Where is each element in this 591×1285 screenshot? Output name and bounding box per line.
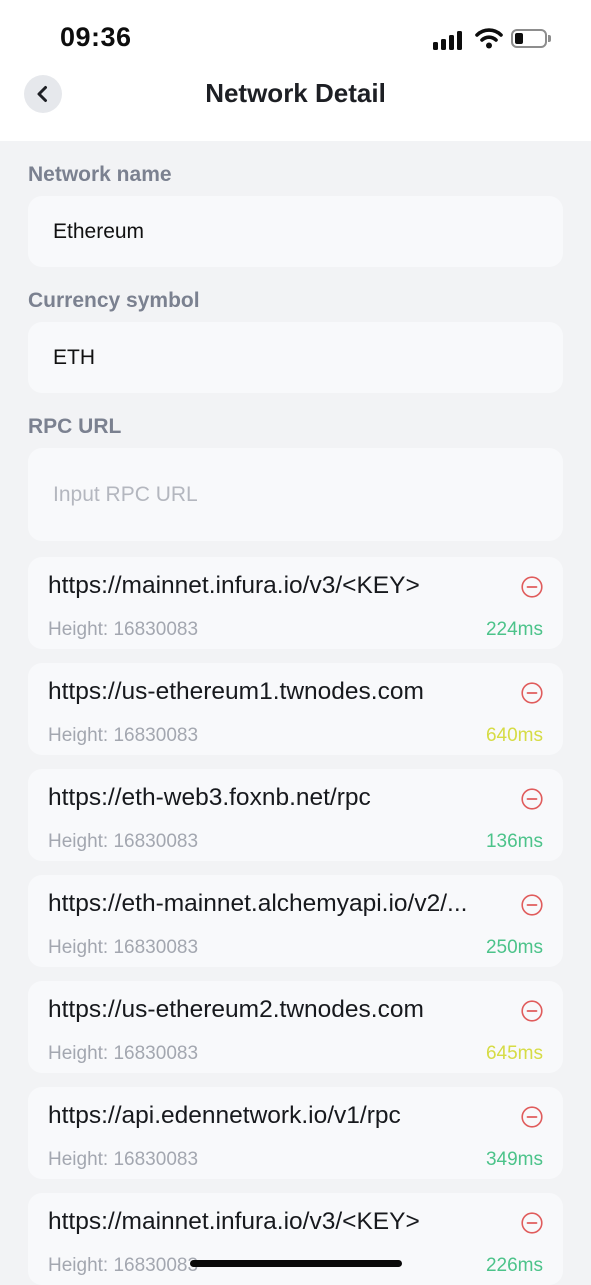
rpc-url-text: https://eth-web3.foxnb.net/rpc (48, 784, 371, 811)
rpc-latency: 226ms (485, 1255, 543, 1276)
rpc-url-text: https://mainnet.infura.io/v3/<KEY> (48, 1208, 420, 1235)
battery-icon (511, 29, 551, 48)
rpc-latency: 224ms (485, 619, 543, 640)
remove-rpc-button[interactable] (521, 1212, 543, 1234)
remove-rpc-button[interactable] (521, 1000, 543, 1022)
rpc-latency: 349ms (485, 1149, 543, 1170)
wifi-icon (475, 28, 503, 49)
rpc-latency: 645ms (485, 1043, 543, 1064)
remove-rpc-button[interactable] (521, 682, 543, 704)
currency-symbol-field[interactable]: ETH (28, 322, 563, 393)
rpc-block-height: Height: 16830083 (48, 1255, 199, 1276)
status-time: 09:36 (60, 22, 132, 52)
rpc-latency: 136ms (485, 831, 543, 852)
rpc-block-height: Height: 16830083 (48, 725, 199, 746)
remove-rpc-button[interactable] (521, 788, 543, 810)
rpc-list-item[interactable]: https://eth-mainnet.alchemyapi.io/v2/...… (28, 875, 563, 967)
rpc-url-text: https://eth-mainnet.alchemyapi.io/v2/... (48, 890, 468, 917)
rpc-latency: 250ms (485, 937, 543, 958)
rpc-block-height: Height: 16830083 (48, 831, 199, 852)
remove-rpc-button[interactable] (521, 576, 543, 598)
rpc-list-item[interactable]: https://mainnet.infura.io/v3/<KEY> Height… (28, 557, 563, 649)
rpc-url-input[interactable]: Input RPC URL (28, 448, 563, 541)
page-title: Network Detail (205, 78, 386, 108)
rpc-url-label: RPC URL (28, 415, 122, 438)
rpc-list-item[interactable]: https://us-ethereum1.twnodes.com Height: … (28, 663, 563, 755)
rpc-list-item[interactable]: https://api.edennetwork.io/v1/rpc Height:… (28, 1087, 563, 1179)
rpc-block-height: Height: 16830083 (48, 1043, 199, 1064)
rpc-list-item[interactable]: https://us-ethereum2.twnodes.com Height: … (28, 981, 563, 1073)
network-name-field[interactable]: Ethereum (28, 196, 563, 267)
cellular-signal-icon (433, 30, 463, 50)
currency-symbol-value: ETH (53, 345, 95, 369)
rpc-latency: 640ms (485, 725, 543, 746)
home-indicator (190, 1260, 402, 1267)
rpc-block-height: Height: 16830083 (48, 937, 199, 958)
rpc-url-text: https://us-ethereum1.twnodes.com (48, 678, 424, 705)
remove-rpc-button[interactable] (521, 894, 543, 916)
currency-symbol-label: Currency symbol (28, 289, 200, 312)
remove-rpc-button[interactable] (521, 1106, 543, 1128)
rpc-list-item[interactable]: https://eth-web3.foxnb.net/rpc Height: 16… (28, 769, 563, 861)
network-name-label: Network name (28, 163, 172, 186)
rpc-url-text: https://us-ethereum2.twnodes.com (48, 996, 424, 1023)
header: 09:36 Network Detail (0, 0, 591, 141)
rpc-url-placeholder: Input RPC URL (53, 482, 198, 506)
rpc-list-item[interactable]: https://mainnet.infura.io/v3/<KEY> Height… (28, 1193, 563, 1285)
rpc-url-text: https://api.edennetwork.io/v1/rpc (48, 1102, 401, 1129)
rpc-block-height: Height: 16830083 (48, 1149, 199, 1170)
rpc-url-text: https://mainnet.infura.io/v3/<KEY> (48, 572, 420, 599)
rpc-block-height: Height: 16830083 (48, 619, 199, 640)
network-name-value: Ethereum (53, 219, 145, 243)
